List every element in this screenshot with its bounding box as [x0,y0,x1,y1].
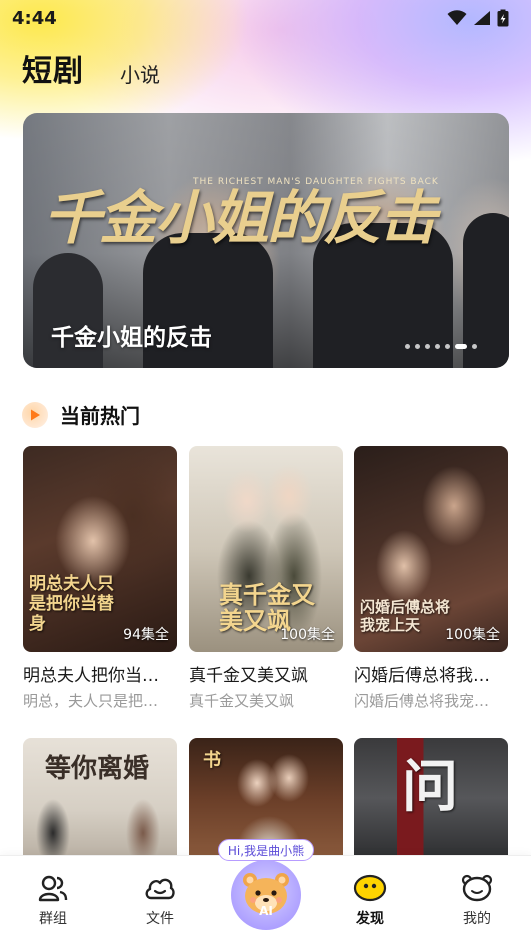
banner-pagination [405,344,477,349]
drama-card[interactable]: 闪婚后傅总将我宠上天 100集全 闪婚后傅总将我… 闪婚后傅总将我宠… [354,446,508,711]
nav-groups[interactable]: 群组 [23,874,83,928]
ai-label: AI [259,904,273,918]
poster-art-text: 书 [203,750,221,771]
drama-poster[interactable]: 明总夫人只是把你当替身 94集全 [23,446,177,652]
banner-title: 千金小姐的反击 [51,325,212,351]
drama-title: 闪婚后傅总将我… [354,666,490,686]
poster-art-text: 等你离婚 [45,754,150,784]
pagination-dot[interactable] [445,344,450,349]
drama-poster[interactable]: 问 [354,738,508,858]
file-cloud-icon [145,878,175,900]
drama-card[interactable]: 问 [354,738,508,858]
drama-poster[interactable]: 真千金又美又飒 100集全 [189,446,343,652]
section-header-hot: 当前热门 [22,400,140,429]
ai-greeting-bubble[interactable]: Hi,我是曲小熊 [218,839,314,861]
episode-badge: 100集全 [445,627,500,643]
featured-banner[interactable]: 千金小姐的反击 THE RICHEST MAN'S DAUGHTER FIGHT… [23,113,509,368]
drama-description: 闪婚后傅总将我宠… [354,692,490,710]
nav-files-label: 文件 [146,911,174,927]
ai-assistant-button[interactable] [231,860,301,930]
episode-badge: 94集全 [123,627,169,643]
nav-mine[interactable]: 我的 [447,874,507,928]
header-tabs: 短剧 小说 [22,46,160,90]
drama-card[interactable]: 明总夫人只是把你当替身 94集全 明总夫人把你当… 明总，夫人只是把… [23,446,177,711]
nav-discover[interactable]: 发现 [340,874,400,928]
pagination-dot-active[interactable] [455,344,467,349]
bear-face-icon [461,874,493,902]
nav-groups-label: 群组 [39,911,67,927]
section-title: 当前热门 [60,404,140,428]
banner-art-subtitle: THE RICHEST MAN'S DAUGHTER FIGHTS BACK [193,177,439,187]
status-bar: 4:44 [0,0,531,36]
tab-novel[interactable]: 小说 [120,59,160,90]
nav-files[interactable]: 文件 [130,874,190,928]
drama-card[interactable]: 等你离婚 [23,738,177,858]
play-flame-icon [22,401,48,428]
episode-badge: 100集全 [280,627,335,643]
discover-icon [353,874,387,902]
pagination-dot[interactable] [415,344,420,349]
nav-mine-label: 我的 [463,911,491,927]
drama-description: 明总，夫人只是把… [23,692,159,710]
battery-icon [497,9,509,27]
drama-card[interactable]: 真千金又美又飒 100集全 真千金又美又飒 真千金又美又飒 [189,446,343,711]
poster-art-text: 明总夫人只是把你当替身 [29,574,114,634]
pagination-dot[interactable] [472,344,477,349]
drama-title: 明总夫人把你当… [23,666,159,686]
drama-poster[interactable]: 等你离婚 [23,738,177,858]
status-time: 4:44 [12,7,57,29]
status-icons [447,9,509,27]
nav-discover-label: 发现 [356,911,384,927]
pagination-dot[interactable] [405,344,410,349]
bear-mascot-icon [243,873,289,914]
drama-title: 真千金又美又飒 [189,666,308,686]
wifi-icon [447,10,467,25]
signal-icon [474,11,490,25]
pagination-dot[interactable] [425,344,430,349]
drama-poster[interactable]: 闪婚后傅总将我宠上天 100集全 [354,446,508,652]
poster-art-text: 问 [402,754,458,820]
pagination-dot[interactable] [435,344,440,349]
group-icon [38,875,68,902]
tab-short-drama[interactable]: 短剧 [22,46,84,90]
drama-description: 真千金又美又飒 [189,692,295,710]
